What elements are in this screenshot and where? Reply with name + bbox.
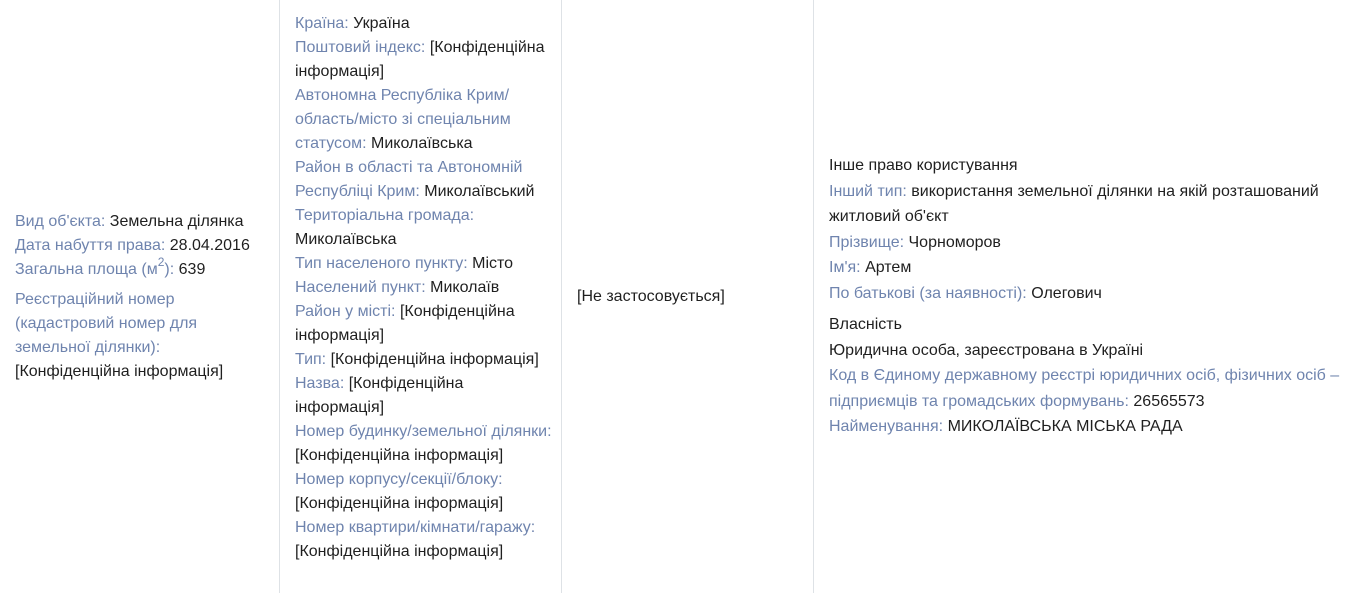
total-area-label-suffix: ):	[164, 260, 175, 278]
organization-label: Найменування:	[829, 418, 944, 436]
settlement-type-line: Тип населеного пункту: Місто	[295, 252, 555, 276]
declaration-row: Вид об'єкта: Земельна ділянка Дата набут…	[0, 0, 1366, 593]
street-type-line: Тип: [Конфіденційна інформація]	[295, 348, 555, 372]
cadastral-value: [Конфіденційна інформація]	[15, 362, 224, 380]
street-type-label: Тип:	[295, 351, 327, 368]
apartment-value: [Конфіденційна інформація]	[295, 543, 504, 560]
building-line: Номер корпусу/секції/блоку: [Конфіденцій…	[295, 468, 555, 516]
first-name-value: Артем	[865, 259, 912, 277]
registry-code-value: 26565573	[1133, 392, 1205, 410]
total-area-value: 639	[178, 260, 206, 278]
country-value: Україна	[353, 15, 410, 32]
settlement-value: Миколаїв	[430, 279, 500, 296]
organization-line: Найменування: МИКОЛАЇВСЬКА МІСЬКА РАДА	[829, 414, 1356, 440]
country-line: Країна: Україна	[295, 12, 555, 36]
organization-value: МИКОЛАЇВСЬКА МІСЬКА РАДА	[947, 418, 1183, 436]
rights-cell: Інше право користування Інший тип: викор…	[814, 0, 1366, 593]
district-line: Район в області та Автономній Республіці…	[295, 156, 555, 204]
house-line: Номер будинку/земельної ділянки: [Конфід…	[295, 420, 555, 468]
city-district-line: Район у місті: [Конфіденційна інформація…	[295, 300, 555, 348]
total-area-label-prefix: Загальна площа (м	[15, 260, 158, 278]
acquisition-date-line: Дата набуття права: 28.04.2016	[15, 234, 271, 258]
object-type-value: Земельна ділянка	[109, 212, 244, 230]
district-value: Миколаївський	[424, 183, 535, 200]
not-applicable-text: [Не застосовується]	[577, 287, 725, 305]
postal-line: Поштовий індекс: [Конфіденційна інформац…	[295, 36, 555, 84]
settlement-type-value: Місто	[472, 255, 514, 272]
street-name-label: Назва:	[295, 375, 345, 392]
address-cell: Країна: Україна Поштовий індекс: [Конфід…	[280, 0, 562, 593]
settlement-line: Населений пункт: Миколаїв	[295, 276, 555, 300]
surname-label: Прізвище:	[829, 233, 905, 251]
region-value: Миколаївська	[371, 135, 473, 152]
patronymic-label: По батькові (за наявності):	[829, 284, 1027, 302]
registry-code-line: Код в Єдиному державному реєстрі юридичн…	[829, 363, 1356, 414]
building-label: Номер корпусу/секції/блоку:	[295, 471, 503, 488]
ownership-title: Власність	[829, 316, 902, 334]
use-right-title: Інше право користування	[829, 157, 1018, 175]
postal-label: Поштовий індекс:	[295, 39, 426, 56]
other-type-label: Інший тип:	[829, 182, 907, 200]
surname-value: Чорноморов	[908, 233, 1001, 251]
apartment-label: Номер квартири/кімнати/гаражу:	[295, 519, 536, 536]
other-type-line: Інший тип: використання земельної ділянк…	[829, 179, 1356, 230]
patronymic-line: По батькові (за наявності): Олегович	[829, 281, 1356, 307]
city-district-label: Район у місті:	[295, 303, 396, 320]
patronymic-value: Олегович	[1031, 284, 1102, 302]
object-type-line: Вид об'єкта: Земельна ділянка	[15, 210, 271, 234]
region-line: Автономна Республіка Крим/ область/місто…	[295, 84, 555, 156]
street-type-value: [Конфіденційна інформація]	[330, 351, 539, 368]
total-area-label: Загальна площа (м2):	[15, 256, 175, 278]
street-name-line: Назва: [Конфіденційна інформація]	[295, 372, 555, 420]
acquisition-date-label: Дата набуття права:	[15, 236, 166, 254]
settlement-label: Населений пункт:	[295, 279, 426, 296]
settlement-type-label: Тип населеного пункту:	[295, 255, 468, 272]
house-value: [Конфіденційна інформація]	[295, 447, 504, 464]
total-area-line: Загальна площа (м2): 639	[15, 256, 271, 282]
first-name-label: Ім'я:	[829, 259, 861, 277]
apartment-line: Номер квартири/кімнати/гаражу: [Конфіден…	[295, 516, 555, 564]
surname-line: Прізвище: Чорноморов	[829, 230, 1356, 256]
community-line: Територіальна громада: Миколаївська	[295, 204, 555, 252]
total-area-label-sup: 2	[157, 255, 165, 270]
entity-type: Юридична особа, зареєстрована в Україні	[829, 341, 1144, 359]
building-value: [Конфіденційна інформація]	[295, 495, 504, 512]
cadastral-line: Реєстраційний номер (кадастровий номер д…	[15, 288, 271, 384]
house-label: Номер будинку/земельної ділянки:	[295, 423, 552, 440]
cadastral-label: Реєстраційний номер (кадастровий номер д…	[15, 290, 198, 356]
not-applicable-cell: [Не застосовується]	[562, 0, 814, 593]
community-label: Територіальна громада:	[295, 207, 475, 224]
community-value: Миколаївська	[295, 231, 397, 248]
registry-code-label: Код в Єдиному державному реєстрі юридичн…	[829, 367, 1340, 410]
country-label: Країна:	[295, 15, 349, 32]
first-name-line: Ім'я: Артем	[829, 255, 1356, 281]
object-cell: Вид об'єкта: Земельна ділянка Дата набут…	[0, 0, 280, 593]
acquisition-date-value: 28.04.2016	[169, 236, 250, 254]
object-type-label: Вид об'єкта:	[15, 212, 106, 230]
